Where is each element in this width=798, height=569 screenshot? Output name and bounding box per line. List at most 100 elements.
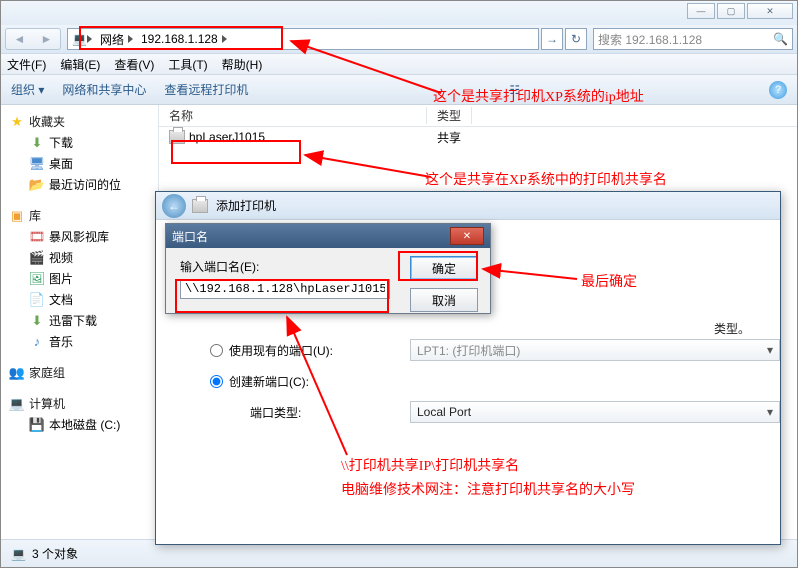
wizard-back-button[interactable]: ← [162,194,186,218]
sidebar-item-label: 音乐 [49,333,73,350]
sidebar-item-label: 文档 [49,291,73,308]
picture-icon: 🖼 [29,271,45,287]
radio-create-label: 创建新端口(C): [229,373,309,390]
port-dialog-close-button[interactable]: ✕ [450,227,484,245]
column-header-type[interactable]: 类型 [427,107,472,124]
search-field[interactable]: 搜索 192.168.1.128 🔍 [593,28,793,50]
window-titlebar: — ▢ ✕ [1,1,797,25]
back-arrow-icon: ◄ [14,32,26,46]
sidebar-favorites[interactable]: ★收藏夹 [1,111,158,132]
sidebar-item-music[interactable]: ♪音乐 [1,331,158,352]
sidebar-homegroup-label: 家庭组 [29,364,65,381]
sidebar-item-label: 下载 [49,134,73,151]
refresh-button[interactable]: ↻ [565,28,587,50]
sidebar-item-stormlib[interactable]: 🎞暴风影视库 [1,226,158,247]
organize-button[interactable]: 组织 ▾ [11,81,44,98]
sidebar-item-localdisk[interactable]: 💾本地磁盘 (C:) [1,414,158,435]
sidebar-computer-label: 计算机 [29,395,65,412]
sidebar-item-label: 图片 [49,270,73,287]
column-header-name[interactable]: 名称 [159,107,427,124]
wizard-title-text: 添加打印机 [216,197,276,214]
sidebar-item-label: 本地磁盘 (C:) [49,416,120,433]
wizard-header: ← 添加打印机 [156,192,780,220]
star-icon: ★ [9,114,25,130]
minimize-button[interactable]: — [687,3,715,19]
sidebar-item-xunlei[interactable]: ⬇迅雷下载 [1,310,158,331]
port-dialog-body: 输入端口名(E): 确定 取消 [166,248,490,313]
sidebar-item-label: 最近访问的位 [49,176,121,193]
view-mode-button[interactable]: ☷ [509,83,520,97]
port-type-row: 端口类型: Local Port [250,404,746,421]
port-type-label: 端口类型: [250,404,301,421]
cell-printer-name: hpLaserJ1015 [159,130,427,144]
menu-help[interactable]: 帮助(H) [222,56,263,73]
wizard-hint-suffix: 类型。 [714,320,750,337]
film-icon: 🎞 [29,229,45,245]
help-icon[interactable]: ? [769,81,787,99]
sidebar-favorites-label: 收藏夹 [29,113,65,130]
port-name-input[interactable] [180,279,390,299]
sidebar-item-pictures[interactable]: 🖼图片 [1,268,158,289]
wizard-title: 添加打印机 [192,197,276,214]
library-icon: ▣ [9,208,25,224]
search-icon: 🔍 [773,32,788,46]
breadcrumb-sep-icon [87,35,96,43]
list-header: 名称 类型 [159,105,797,127]
radio-existing-label: 使用现有的端口(U): [229,342,333,359]
port-dialog-header: 端口名 ✕ [166,224,490,248]
computer-icon: 💻 [72,32,87,46]
radio-existing-port[interactable]: 使用现有的端口(U): LPT1: (打印机端口) [210,342,746,359]
computer-icon: 💻 [9,396,25,412]
desktop-icon: 🖥 [29,156,45,172]
status-count: 3 个对象 [32,545,78,562]
maximize-button[interactable]: ▢ [717,3,745,19]
homegroup-icon: 👥 [9,365,25,381]
port-name-dialog: 端口名 ✕ 输入端口名(E): 确定 取消 [165,223,491,314]
sidebar-item-label: 桌面 [49,155,73,172]
list-row-printer[interactable]: hpLaserJ1015 共享 [159,127,797,147]
breadcrumb-ip[interactable]: 192.168.1.128 [137,32,222,46]
navigation-pane: ★收藏夹 ⬇下载 🖥桌面 📂最近访问的位 ▣库 🎞暴风影视库 🎬视频 🖼图片 📄… [1,105,159,539]
go-button[interactable]: → [541,28,563,50]
sidebar-item-label: 视频 [49,249,73,266]
sidebar-item-video[interactable]: 🎬视频 [1,247,158,268]
sidebar-library-label: 库 [29,207,41,224]
sidebar-item-label: 迅雷下载 [49,312,97,329]
address-bar: ◄ ► 💻 网络 192.168.1.128 → ↻ 搜索 192.168.1.… [1,25,797,53]
disk-icon: 💾 [29,417,45,433]
port-dialog-title: 端口名 [172,228,208,245]
sidebar-item-documents[interactable]: 📄文档 [1,289,158,310]
ok-button[interactable]: 确定 [410,256,478,280]
recent-icon: 📂 [29,177,45,193]
sidebar-computer[interactable]: 💻计算机 [1,393,158,414]
radio-existing-port-input[interactable] [210,344,223,357]
existing-port-dropdown: LPT1: (打印机端口) [410,339,780,361]
forward-arrow-icon: ► [41,32,53,46]
music-icon: ♪ [29,334,45,350]
cancel-button[interactable]: 取消 [410,288,478,312]
radio-create-port[interactable]: 创建新端口(C): [210,373,746,390]
command-bar: 组织 ▾ 网络和共享中心 查看远程打印机 ☷ ? [1,75,797,105]
printer-icon [192,199,208,213]
close-button[interactable]: ✕ [747,3,793,19]
menu-bar: 文件(F) 编辑(E) 查看(V) 工具(T) 帮助(H) [1,53,797,75]
menu-view[interactable]: 查看(V) [114,56,154,73]
menu-edit[interactable]: 编辑(E) [60,56,100,73]
breadcrumb-network[interactable]: 网络 [96,31,128,48]
radio-create-port-input[interactable] [210,375,223,388]
menu-file[interactable]: 文件(F) [7,56,46,73]
sidebar-item-downloads[interactable]: ⬇下载 [1,132,158,153]
sidebar-library[interactable]: ▣库 [1,205,158,226]
nav-back-forward[interactable]: ◄ ► [5,28,61,50]
view-remote-printers-button[interactable]: 查看远程打印机 [164,81,248,98]
cell-printer-type: 共享 [427,129,471,146]
address-field[interactable]: 💻 网络 192.168.1.128 [67,28,539,50]
menu-tools[interactable]: 工具(T) [168,56,207,73]
breadcrumb-sep-icon [222,35,231,43]
sidebar-item-desktop[interactable]: 🖥桌面 [1,153,158,174]
printer-name-text: hpLaserJ1015 [189,130,265,144]
sidebar-item-recent[interactable]: 📂最近访问的位 [1,174,158,195]
network-center-button[interactable]: 网络和共享中心 [62,81,146,98]
port-type-dropdown[interactable]: Local Port [410,401,780,423]
sidebar-homegroup[interactable]: 👥家庭组 [1,362,158,383]
